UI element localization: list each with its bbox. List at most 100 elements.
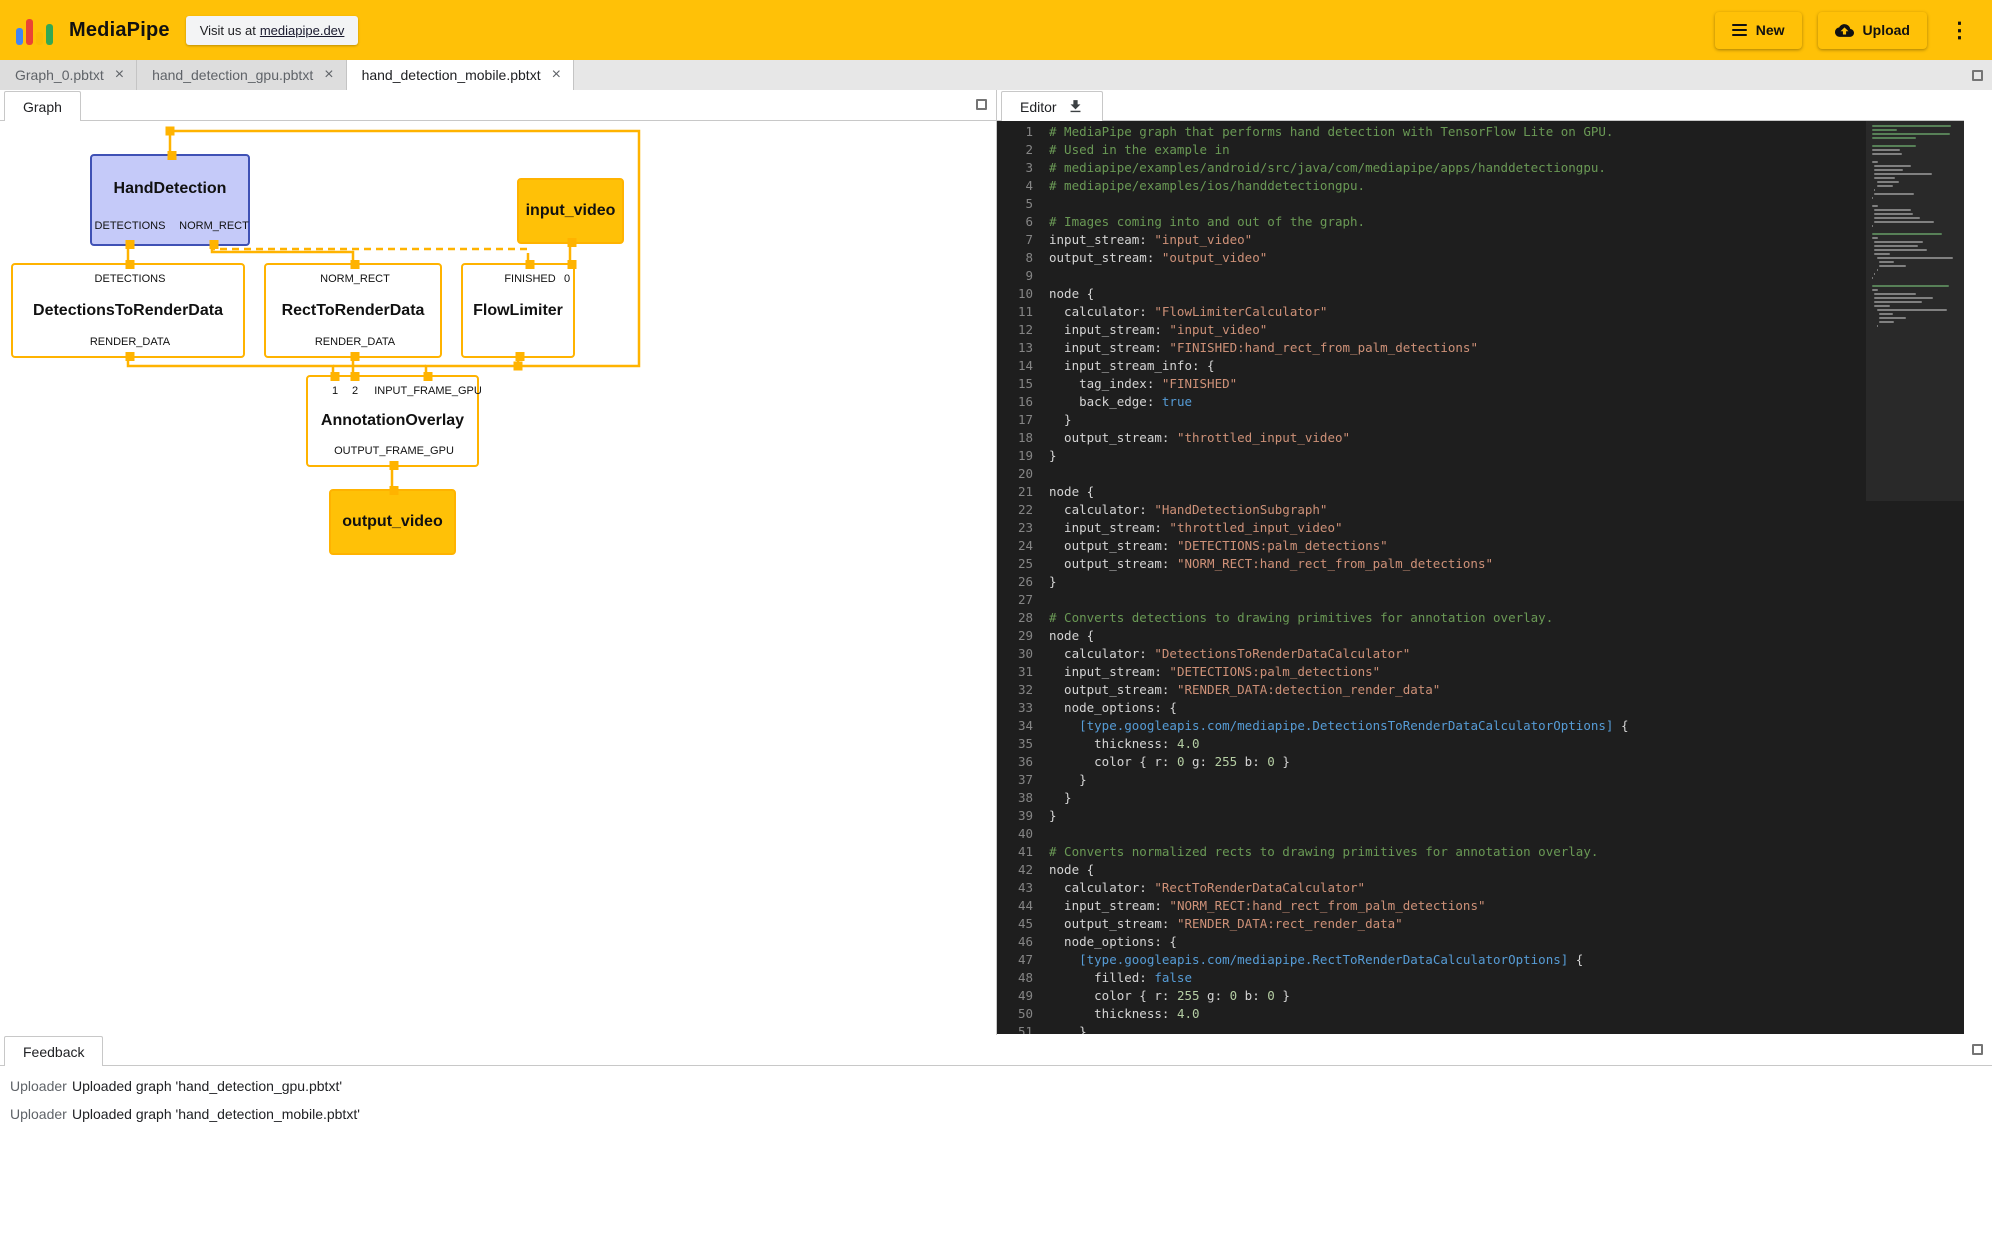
code-line[interactable]: 26 } — [997, 573, 1964, 591]
panel-splitter[interactable] — [995, 90, 1000, 1035]
code-line[interactable]: 3 # mediapipe/examples/android/src/java/… — [997, 159, 1964, 177]
code-line[interactable]: 11 calculator: "FlowLimiterCalculator" — [997, 303, 1964, 321]
edge-backedge-normrect-to-finished — [212, 245, 528, 263]
code-line[interactable]: 7 input_stream: "input_video" — [997, 231, 1964, 249]
code-line[interactable]: 42 node { — [997, 861, 1964, 879]
tab-graph[interactable]: Graph — [4, 91, 81, 121]
code-line[interactable]: 6 # Images coming into and out of the gr… — [997, 213, 1964, 231]
feedback-panel: Feedback Uploader Uploaded graph 'hand_d… — [0, 1035, 1992, 1236]
file-tab[interactable]: hand_detection_mobile.pbtxt × — [347, 60, 574, 90]
code-line[interactable]: 10 node { — [997, 285, 1964, 303]
code-line[interactable]: 41 # Converts normalized rects to drawin… — [997, 843, 1964, 861]
code-line[interactable]: 29 node { — [997, 627, 1964, 645]
code-line[interactable]: 16 back_edge: true — [997, 393, 1964, 411]
code-line[interactable]: 14 input_stream_info: { — [997, 357, 1964, 375]
code-line[interactable]: 34 [type.googleapis.com/mediapipe.Detect… — [997, 717, 1964, 735]
code-line[interactable]: 45 output_stream: "RENDER_DATA:rect_rend… — [997, 915, 1964, 933]
code-line[interactable]: 25 output_stream: "NORM_RECT:hand_rect_f… — [997, 555, 1964, 573]
code-text: output_stream: "RENDER_DATA:rect_render_… — [1049, 915, 1403, 933]
code-text: # Used in the example in — [1049, 141, 1230, 159]
expand-editor-icon[interactable] — [1972, 70, 1983, 81]
code-editor[interactable]: 1 # MediaPipe graph that performs hand d… — [997, 121, 1964, 1034]
tab-editor[interactable]: Editor — [1001, 91, 1103, 121]
code-line[interactable]: 5 — [997, 195, 1964, 213]
new-button[interactable]: New — [1715, 12, 1802, 49]
code-text: input_stream: "input_video" — [1049, 321, 1267, 339]
code-line[interactable]: 46 node_options: { — [997, 933, 1964, 951]
code-line[interactable]: 24 output_stream: "DETECTIONS:palm_detec… — [997, 537, 1964, 555]
file-tab[interactable]: hand_detection_gpu.pbtxt × — [137, 60, 346, 90]
code-line[interactable]: 12 input_stream: "input_video" — [997, 321, 1964, 339]
tab-feedback[interactable]: Feedback — [4, 1036, 103, 1066]
tab-close-icon[interactable]: × — [550, 66, 563, 84]
code-line[interactable]: 48 filled: false — [997, 969, 1964, 987]
code-line[interactable]: 36 color { r: 0 g: 255 b: 0 } — [997, 753, 1964, 771]
code-line[interactable]: 13 input_stream: "FINISHED:hand_rect_fro… — [997, 339, 1964, 357]
input-port-2 — [351, 372, 360, 381]
code-line[interactable]: 40 — [997, 825, 1964, 843]
download-icon[interactable] — [1067, 98, 1084, 115]
graph-canvas[interactable]: HandDetection DETECTIONS NORM_RECT input… — [0, 121, 996, 1034]
code-text: calculator: "FlowLimiterCalculator" — [1049, 303, 1327, 321]
code-line[interactable]: 23 input_stream: "throttled_input_video" — [997, 519, 1964, 537]
code-line[interactable]: 51 } — [997, 1023, 1964, 1034]
graph-node-input-video[interactable]: input_video — [517, 178, 624, 244]
line-number: 31 — [997, 663, 1049, 681]
code-line[interactable]: 9 — [997, 267, 1964, 285]
code-text: } — [1049, 447, 1057, 465]
code-line[interactable]: 37 } — [997, 771, 1964, 789]
code-line[interactable]: 20 — [997, 465, 1964, 483]
visit-chip[interactable]: Visit us at mediapipe.dev — [186, 16, 359, 45]
minimap[interactable] — [1866, 121, 1964, 1034]
kebab-menu-icon[interactable]: ⋮ — [1943, 20, 1976, 41]
code-text: [type.googleapis.com/mediapipe.RectToRen… — [1049, 951, 1583, 969]
code-line[interactable]: 15 tag_index: "FINISHED" — [997, 375, 1964, 393]
code-line[interactable]: 1 # MediaPipe graph that performs hand d… — [997, 123, 1964, 141]
code-line[interactable]: 30 calculator: "DetectionsToRenderDataCa… — [997, 645, 1964, 663]
code-line[interactable]: 22 calculator: "HandDetectionSubgraph" — [997, 501, 1964, 519]
edge-junction — [514, 362, 523, 371]
code-line[interactable]: 43 calculator: "RectToRenderDataCalculat… — [997, 879, 1964, 897]
tab-close-icon[interactable]: × — [113, 66, 126, 84]
graph-node-flowlimiter[interactable]: FINISHED 0 FlowLimiter — [461, 263, 575, 358]
code-line[interactable]: 2 # Used in the example in — [997, 141, 1964, 159]
graph-node-annotationoverlay[interactable]: 1 2 INPUT_FRAME_GPU AnnotationOverlay OU… — [306, 375, 479, 467]
code-line[interactable]: 31 input_stream: "DETECTIONS:palm_detect… — [997, 663, 1964, 681]
code-line[interactable]: 49 color { r: 255 g: 0 b: 0 } — [997, 987, 1964, 1005]
graph-node-handdetection[interactable]: HandDetection DETECTIONS NORM_RECT — [90, 154, 250, 246]
code-line[interactable]: 21 node { — [997, 483, 1964, 501]
code-line[interactable]: 50 thickness: 4.0 — [997, 1005, 1964, 1023]
code-line[interactable]: 32 output_stream: "RENDER_DATA:detection… — [997, 681, 1964, 699]
graph-node-recttorenderdata[interactable]: NORM_RECT RectToRenderData RENDER_DATA — [264, 263, 442, 358]
graph-node-output-video[interactable]: output_video — [329, 489, 456, 555]
code-line[interactable]: 47 [type.googleapis.com/mediapipe.RectTo… — [997, 951, 1964, 969]
minimap-viewport[interactable] — [1866, 121, 1964, 501]
code-line[interactable]: 8 output_stream: "output_video" — [997, 249, 1964, 267]
code-line[interactable]: 4 # mediapipe/examples/ios/handdetection… — [997, 177, 1964, 195]
expand-feedback-icon[interactable] — [1972, 1044, 1983, 1055]
line-number: 10 — [997, 285, 1049, 303]
code-line[interactable]: 33 node_options: { — [997, 699, 1964, 717]
code-line[interactable]: 17 } — [997, 411, 1964, 429]
file-tab[interactable]: Graph_0.pbtxt × — [0, 60, 137, 90]
code-line[interactable]: 39 } — [997, 807, 1964, 825]
code-line[interactable]: 18 output_stream: "throttled_input_video… — [997, 429, 1964, 447]
output-port — [568, 238, 577, 247]
expand-graph-icon[interactable] — [976, 99, 987, 110]
feedback-source: Uploader — [10, 1078, 72, 1094]
mediapipe-dev-link[interactable]: mediapipe.dev — [260, 23, 345, 38]
line-number: 3 — [997, 159, 1049, 177]
code-line[interactable]: 35 thickness: 4.0 — [997, 735, 1964, 753]
code-line[interactable]: 19 } — [997, 447, 1964, 465]
code-line[interactable]: 28 # Converts detections to drawing prim… — [997, 609, 1964, 627]
app-header: MediaPipe Visit us at mediapipe.dev New … — [0, 0, 1992, 60]
line-number: 1 — [997, 123, 1049, 141]
upload-button[interactable]: Upload — [1818, 12, 1927, 49]
graph-node-detectionstorenderdata[interactable]: DETECTIONS DetectionsToRenderData RENDER… — [11, 263, 245, 358]
edge-normrect-to-recttorenderdata — [212, 245, 353, 263]
code-line[interactable]: 38 } — [997, 789, 1964, 807]
code-line[interactable]: 27 — [997, 591, 1964, 609]
code-line[interactable]: 44 input_stream: "NORM_RECT:hand_rect_fr… — [997, 897, 1964, 915]
editor-panel-header: Editor — [997, 90, 1964, 121]
tab-close-icon[interactable]: × — [322, 66, 335, 84]
